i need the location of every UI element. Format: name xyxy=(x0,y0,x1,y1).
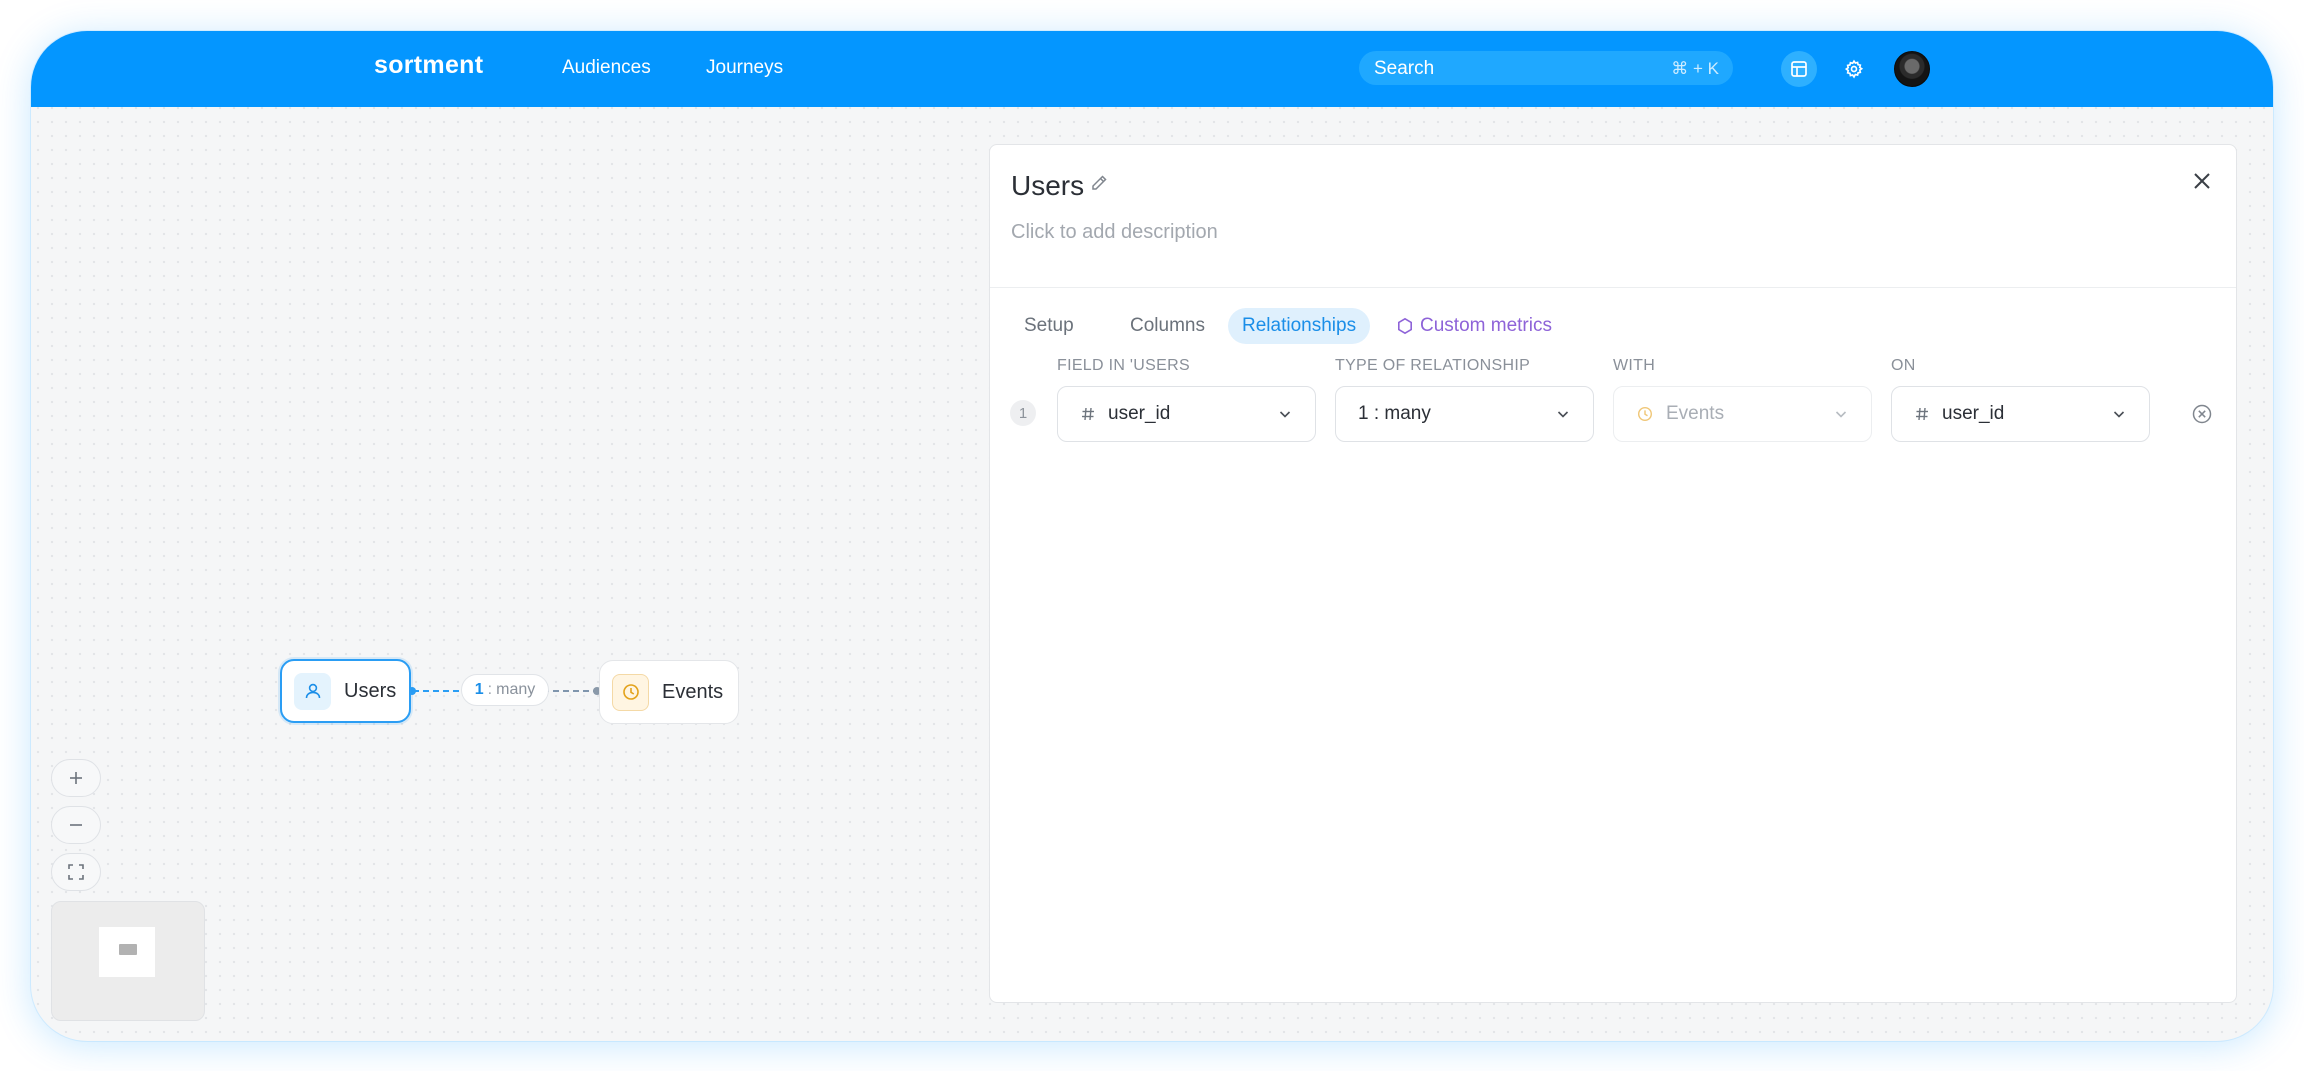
fullscreen-icon xyxy=(68,864,84,880)
clock-icon xyxy=(612,673,649,711)
relationship-edge-active xyxy=(413,690,459,692)
relationship-type-select[interactable]: 1 : many xyxy=(1335,386,1594,442)
settings-button[interactable] xyxy=(1836,51,1872,87)
nav-audiences[interactable]: Audiences xyxy=(562,57,651,79)
field-select-value: user_id xyxy=(1108,403,1171,424)
description-field[interactable]: Click to add description xyxy=(1011,221,1218,244)
hash-icon xyxy=(1914,406,1930,422)
close-icon xyxy=(2194,173,2210,189)
tab-relationships[interactable]: Relationships xyxy=(1228,308,1371,344)
close-circle-icon xyxy=(2192,404,2212,424)
chevron-down-icon xyxy=(2113,411,2125,418)
edge-cardinality-label[interactable]: 1 : many xyxy=(461,674,549,706)
minimap-node xyxy=(119,944,137,955)
chevron-down-icon xyxy=(1835,411,1847,418)
zoom-in-button[interactable] xyxy=(51,759,101,797)
panel-divider xyxy=(990,287,2236,288)
search-shortcut: ⌘ + K xyxy=(1671,59,1719,78)
on-field-value: user_id xyxy=(1942,403,2005,424)
minus-icon xyxy=(70,824,82,826)
chevron-down-icon xyxy=(1279,411,1291,418)
user-avatar[interactable] xyxy=(1894,51,1930,87)
node-events[interactable]: Events xyxy=(599,660,739,724)
cardinality-right: many xyxy=(496,681,536,698)
cardinality-separator: : xyxy=(487,681,493,698)
on-field-select[interactable]: user_id xyxy=(1891,386,2150,442)
with-table-select[interactable]: Events xyxy=(1613,386,1872,442)
row-index: 1 xyxy=(1010,400,1036,426)
column-header-on: ON xyxy=(1891,357,1916,374)
table-icon xyxy=(1791,61,1807,77)
fit-view-button[interactable] xyxy=(51,853,101,891)
column-header-with: WITH xyxy=(1613,357,1656,374)
pencil-icon[interactable] xyxy=(1089,173,1109,198)
table-view-button[interactable] xyxy=(1781,51,1817,87)
tab-custom-metrics-label: Custom metrics xyxy=(1420,315,1552,336)
node-users-label: Users xyxy=(344,679,397,702)
nav-journeys[interactable]: Journeys xyxy=(706,57,783,79)
relationship-type-value: 1 : many xyxy=(1358,403,1431,424)
close-panel-button[interactable] xyxy=(2190,169,2214,198)
hexagon-icon xyxy=(1398,317,1412,335)
hash-icon xyxy=(1080,406,1096,422)
remove-relationship-button[interactable] xyxy=(2191,403,2213,430)
user-icon xyxy=(294,672,331,710)
brand-logo[interactable]: sortment xyxy=(374,51,483,80)
minimap[interactable] xyxy=(51,901,205,1021)
panel-title: Users xyxy=(1011,170,1085,201)
search-placeholder: Search xyxy=(1374,58,1435,79)
column-header-type: TYPE OF RELATIONSHIP xyxy=(1335,357,1531,374)
search-bar[interactable]: Search ⌘ + K xyxy=(1359,51,1733,85)
gear-icon xyxy=(1844,59,1864,79)
cardinality-left: 1 xyxy=(474,681,484,698)
tab-setup[interactable]: Setup xyxy=(1010,308,1088,344)
with-table-value: Events xyxy=(1666,403,1725,424)
plus-icon xyxy=(70,772,82,784)
app-window: sortment Audiences Journeys Search ⌘ + K… xyxy=(31,31,2273,1041)
zoom-out-button[interactable] xyxy=(51,806,101,844)
column-header-field: FIELD IN 'USERS xyxy=(1057,357,1190,374)
chevron-down-icon xyxy=(1557,411,1569,418)
tab-custom-metrics[interactable]: Custom metrics xyxy=(1382,308,1566,344)
field-select[interactable]: user_id xyxy=(1057,386,1316,442)
node-events-label: Events xyxy=(662,680,724,703)
tab-columns[interactable]: Columns xyxy=(1116,308,1219,344)
node-users[interactable]: Users xyxy=(280,659,411,723)
table-details-panel: Users Click to add description Setup Col… xyxy=(989,144,2237,1003)
clock-icon xyxy=(1636,405,1654,423)
top-nav-bar: sortment Audiences Journeys Search ⌘ + K xyxy=(31,31,2273,107)
